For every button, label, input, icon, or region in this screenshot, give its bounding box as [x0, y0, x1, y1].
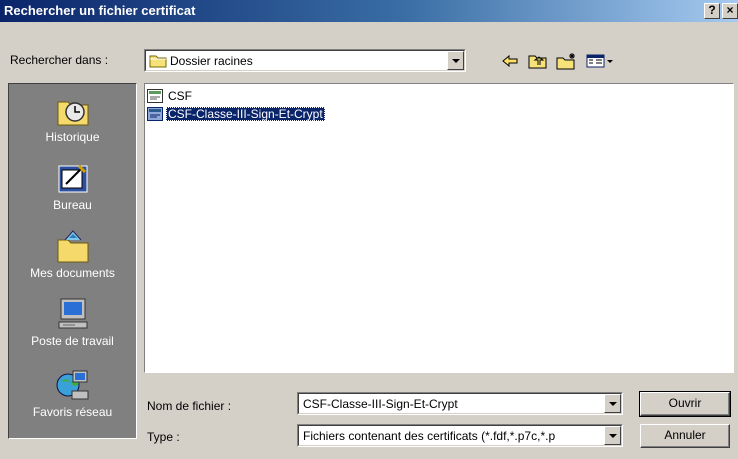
view-menu-icon[interactable] — [586, 52, 614, 70]
file-name: CSF-Classe-III-Sign-Et-Crypt — [166, 107, 325, 121]
filename-dropdown-arrow[interactable] — [604, 394, 621, 413]
history-icon — [57, 101, 88, 126]
certificate-store-icon — [147, 107, 163, 121]
look-in-label: Rechercher dans : — [10, 53, 109, 67]
place-label: Mes documents — [30, 266, 115, 280]
filename-value: CSF-Classe-III-Sign-Et-Crypt — [303, 397, 458, 411]
folder-icon — [149, 55, 167, 68]
place-label: Historique — [45, 130, 100, 144]
look-in-value: Dossier racines — [170, 54, 253, 68]
filetype-dropdown-arrow[interactable] — [604, 426, 621, 445]
filetype-label: Type : — [147, 430, 180, 444]
window-title: Rechercher un fichier certificat — [4, 3, 196, 18]
place-poste-de-travail[interactable]: Poste de travail — [9, 296, 136, 348]
file-list[interactable]: CSF CSF-Classe-III-Sign-Et-Crypt — [144, 83, 734, 373]
cancel-button[interactable]: Annuler — [640, 424, 730, 448]
filename-label: Nom de fichier : — [147, 399, 232, 413]
my-computer-icon — [58, 298, 87, 329]
filetype-dropdown[interactable]: Fichiers contenant des certificats (*.fd… — [297, 424, 623, 447]
close-button[interactable]: × — [722, 3, 738, 19]
filetype-value: Fichiers contenant des certificats (*.fd… — [303, 429, 556, 443]
place-bureau[interactable]: Bureau — [9, 160, 136, 212]
desktop-icon — [58, 164, 87, 193]
certificate-store-icon — [147, 89, 163, 103]
new-folder-icon[interactable] — [556, 52, 578, 70]
my-documents-icon — [57, 230, 88, 263]
look-in-dropdown-arrow[interactable] — [447, 51, 464, 70]
file-name: CSF — [168, 89, 192, 103]
network-places-icon — [56, 370, 88, 400]
place-label: Bureau — [53, 198, 92, 212]
back-arrow-icon[interactable] — [500, 52, 520, 70]
title-bar: Rechercher un fichier certificat ? × — [0, 0, 738, 22]
places-bar: Historique Bureau Mes documents Poste de… — [8, 83, 137, 439]
place-label: Poste de travail — [31, 334, 114, 348]
place-label: Favoris réseau — [32, 405, 113, 419]
place-historique[interactable]: Historique — [9, 92, 136, 144]
place-mes-documents[interactable]: Mes documents — [9, 228, 136, 280]
place-favoris-reseau[interactable]: Favoris réseau — [9, 367, 136, 419]
up-folder-icon[interactable] — [528, 52, 548, 70]
look-in-dropdown[interactable]: Dossier racines — [144, 49, 466, 72]
open-button[interactable]: Ouvrir — [639, 391, 731, 417]
help-button[interactable]: ? — [704, 3, 720, 19]
filename-field[interactable]: CSF-Classe-III-Sign-Et-Crypt — [297, 392, 623, 415]
